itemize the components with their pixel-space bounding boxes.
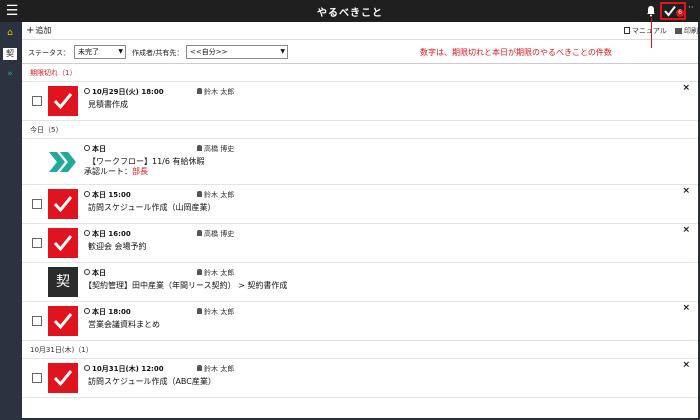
contract-icon[interactable]: 契 xyxy=(3,48,17,60)
task-checkbox[interactable] xyxy=(32,96,42,106)
page-title: やるべきこと xyxy=(317,8,383,19)
add-label: 追加 xyxy=(35,26,52,35)
bell-icon[interactable] xyxy=(646,5,656,17)
task-subject[interactable]: 営業会議資料まとめ xyxy=(88,319,160,330)
task-owner: 高橋 博史 xyxy=(197,229,234,239)
task-checkbox[interactable] xyxy=(32,373,42,383)
task-subject[interactable]: 歓迎会 会場予約 xyxy=(88,241,147,252)
close-icon[interactable]: × xyxy=(682,186,690,196)
clock-icon xyxy=(84,230,90,236)
person-icon xyxy=(197,308,202,314)
task-owner: 鈴木 太郎 xyxy=(197,268,234,278)
todo-tile-icon xyxy=(48,363,78,393)
person-icon xyxy=(197,269,202,275)
manual-icon xyxy=(623,27,630,34)
toolbar: +追加 マニュアル 印刷 xyxy=(22,22,698,40)
person-icon xyxy=(197,145,202,151)
person-icon xyxy=(197,191,202,197)
print-icon xyxy=(675,28,682,34)
task-due: 本日 18:00 xyxy=(84,307,131,317)
task-due: 10月31日(木) 12:00 xyxy=(84,364,164,374)
chevron-down-icon: ▼ xyxy=(280,48,285,55)
left-sidebar: ⌂ 契 » xyxy=(0,22,22,420)
todo-button[interactable]: 6 xyxy=(660,2,686,20)
task-subject[interactable]: 【契約管理】田中産業（年間リース契約） > 契約書作成 xyxy=(84,280,287,291)
approval-route: 承認ルート：部長 xyxy=(84,167,148,176)
task-owner: 高橋 博史 xyxy=(197,144,234,154)
task-row[interactable]: 本日 15:00 鈴木 太郎 訪問スケジュール作成（山岡産業） × xyxy=(22,185,698,224)
task-checkbox[interactable] xyxy=(32,238,42,248)
print-label: 印刷 xyxy=(684,27,698,35)
task-owner: 鈴木 太郎 xyxy=(197,190,234,200)
print-link[interactable]: 印刷 xyxy=(675,27,698,35)
task-checkbox[interactable] xyxy=(32,316,42,326)
creator-label: 作成者/共有先： xyxy=(132,49,184,57)
status-label: ステータス： xyxy=(28,49,70,57)
annotation-text: 数字は、期限切れと本日が期限のやるべきことの件数 xyxy=(420,48,612,57)
todo-count-badge: 6 xyxy=(676,9,684,17)
task-row[interactable]: 10月31日(木) 12:00 鈴木 太郎 訪問スケジュール作成（ABC産業） … xyxy=(22,359,698,398)
workflow-icon[interactable]: » xyxy=(3,68,17,80)
check-icon xyxy=(664,5,676,17)
home-icon[interactable]: ⌂ xyxy=(3,27,17,39)
task-due: 本日 xyxy=(84,144,106,154)
creator-value: <<自分>> xyxy=(190,48,228,56)
task-subject[interactable]: 見積書作成 xyxy=(88,99,128,110)
clock-icon xyxy=(84,191,90,197)
close-icon[interactable]: × xyxy=(682,303,690,313)
task-checkbox[interactable] xyxy=(32,199,42,209)
close-icon[interactable]: × xyxy=(682,225,690,235)
contract-tile-icon: 契 xyxy=(48,267,78,297)
section-overdue: 期限切れ（1） xyxy=(22,64,698,82)
todo-panel: +追加 マニュアル 印刷 ステータス： 未完了 ▼ 作成者/共有先： <<自分>>… xyxy=(22,22,698,418)
task-due: 本日 15:00 xyxy=(84,190,131,200)
clock-icon xyxy=(84,145,90,151)
task-subject[interactable]: 訪問スケジュール作成（山岡産業） xyxy=(88,202,215,213)
clock-icon xyxy=(84,88,90,94)
task-row[interactable]: 本日 16:00 高橋 博史 歓迎会 会場予約 × xyxy=(22,224,698,263)
plus-icon: + xyxy=(26,25,35,36)
close-icon[interactable]: × xyxy=(682,83,690,93)
annotation-line xyxy=(651,18,652,48)
task-owner: 鈴木 太郎 xyxy=(197,87,234,97)
task-row[interactable]: 本日 18:00 鈴木 太郎 営業会議資料まとめ × xyxy=(22,302,698,341)
task-owner: 鈴木 太郎 xyxy=(197,364,234,374)
todo-tile-icon xyxy=(48,228,78,258)
person-icon xyxy=(197,230,202,236)
task-row[interactable]: 10月29日(火) 18:00 鈴木 太郎 見積書作成 × xyxy=(22,82,698,121)
creator-select[interactable]: <<自分>> ▼ xyxy=(186,45,288,59)
task-subject[interactable]: 訪問スケジュール作成（ABC産業） xyxy=(88,376,216,387)
top-bar: ☰ やるべきこと 6 ·· xyxy=(0,0,700,22)
toolbar-right: マニュアル 印刷 xyxy=(618,26,698,36)
workflow-tile-icon xyxy=(48,147,78,177)
chevron-down-icon: ▼ xyxy=(118,48,123,55)
more-icon[interactable]: ·· xyxy=(688,3,694,13)
section-today: 今日（5） xyxy=(22,121,698,139)
person-icon xyxy=(197,365,202,371)
task-row[interactable]: 契 本日 鈴木 太郎 【契約管理】田中産業（年間リース契約） > 契約書作成 xyxy=(22,263,698,302)
task-due: 本日 xyxy=(84,268,106,278)
task-row[interactable]: 本日 高橋 博史 【ワークフロー】11/6 有給休暇 承認ルート：部長 xyxy=(22,139,698,185)
todo-tile-icon xyxy=(48,86,78,116)
todo-tile-icon xyxy=(48,306,78,336)
task-owner: 鈴木 太郎 xyxy=(197,307,234,317)
status-select[interactable]: 未完了 ▼ xyxy=(74,45,126,59)
manual-link[interactable]: マニュアル xyxy=(623,27,667,35)
section-oct31: 10月31日(木)（1） xyxy=(22,341,698,359)
manual-label: マニュアル xyxy=(631,27,667,35)
clock-icon xyxy=(84,308,90,314)
person-icon xyxy=(197,88,202,94)
todo-tile-icon xyxy=(48,189,78,219)
clock-icon xyxy=(84,365,90,371)
status-value: 未完了 xyxy=(78,48,99,56)
add-button[interactable]: +追加 xyxy=(26,25,51,36)
task-due: 本日 16:00 xyxy=(84,229,131,239)
clock-icon xyxy=(84,269,90,275)
close-icon[interactable]: × xyxy=(682,360,690,370)
task-due: 10月29日(火) 18:00 xyxy=(84,87,164,97)
